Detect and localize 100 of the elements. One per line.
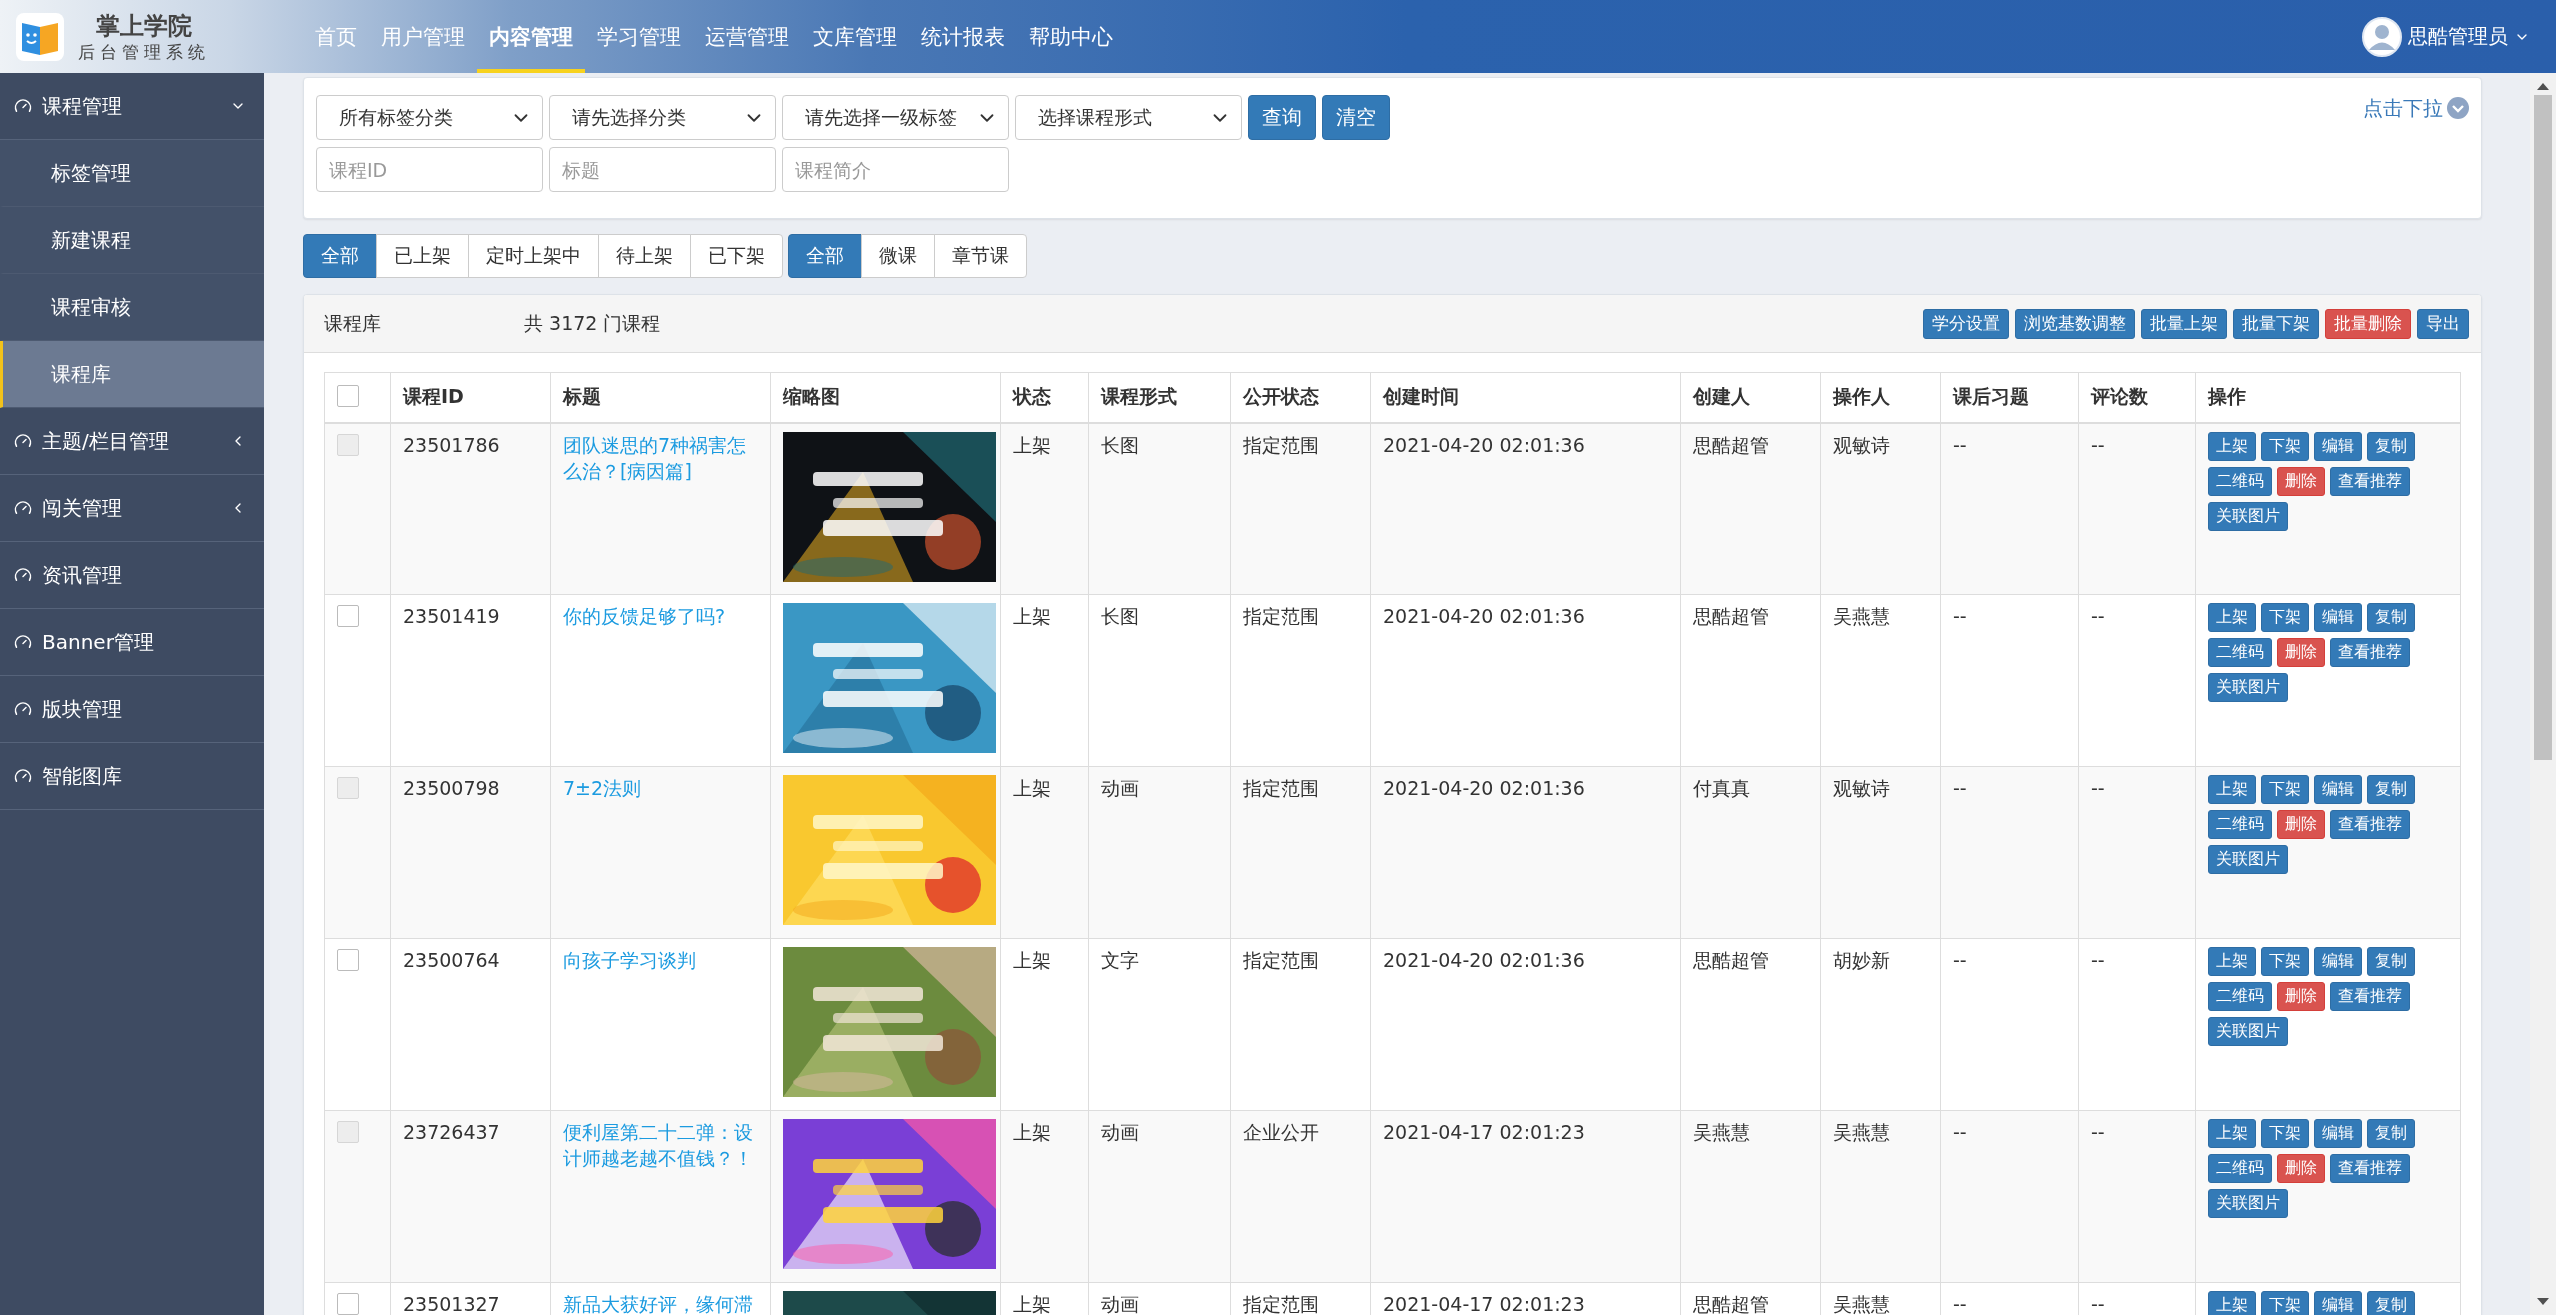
checkbox[interactable] [337,949,359,971]
batch-button[interactable]: 批量删除 [2325,308,2411,339]
sidebar-subitem[interactable]: 课程库 [0,341,264,408]
sidebar-subitem[interactable]: 标签管理 [0,140,264,207]
expand-link[interactable]: 点击下拉 [2363,95,2469,192]
table-cell: -- [1953,433,1967,456]
status-tab[interactable]: 全部 [303,234,377,278]
column-header: 公开状态 [1230,372,1371,423]
input-field[interactable]: 标题 [549,147,776,192]
checkbox[interactable] [337,605,359,627]
checkbox[interactable] [337,385,359,408]
nav-tab[interactable]: 帮助中心 [1017,0,1125,73]
table-cell: 2021-04-17 02:01:23 [1383,1293,1585,1315]
action-button[interactable]: 下架 [2261,1291,2309,1315]
batch-button[interactable]: 导出 [2417,308,2469,339]
type-tab[interactable]: 微课 [861,234,935,278]
sidebar-subitem[interactable]: 课程审核 [0,274,264,341]
filter-button[interactable]: 清空 [1322,95,1390,140]
app-name: 掌上学院 [96,10,192,41]
table-cell: -- [2091,1293,2105,1315]
action-button[interactable]: 编辑 [2314,603,2362,632]
action-button[interactable]: 复制 [2367,1291,2415,1315]
nav-tab[interactable]: 运营管理 [693,0,801,73]
select-field[interactable]: 请先选择分类 [549,95,776,140]
table-cell: 上架 [1013,949,1051,971]
type-tab[interactable]: 全部 [788,234,862,278]
status-tab[interactable]: 定时上架中 [468,234,599,278]
table-cell: 上架 [1013,1293,1051,1315]
scroll-down-icon[interactable] [2536,1297,2550,1307]
action-button[interactable]: 编辑 [2314,947,2362,976]
batch-button[interactable]: 浏览基数调整 [2015,308,2135,339]
action-button[interactable]: 上架 [2208,1291,2256,1315]
table-cell: 2021-04-20 02:01:36 [1383,433,1585,456]
course-count: 共 3172 门课程 [524,310,662,336]
batch-button[interactable]: 批量上架 [2141,308,2227,339]
table-cell: 动画 [1101,777,1139,799]
table-cell: -- [2091,605,2105,627]
gauge-icon [14,499,32,517]
avatar-icon[interactable] [2362,16,2402,57]
table-cell: -- [1953,777,1967,799]
table-cell: 23501327 [403,1293,500,1315]
table-cell: 观敏诗 [1833,433,1890,456]
action-button[interactable]: 二维码 [2208,638,2272,667]
course-title-link[interactable]: 你的反馈足够了吗? [563,603,758,629]
status-tab[interactable]: 已上架 [376,234,469,278]
table-cell: 吴燕慧 [1833,1293,1890,1315]
action-button[interactable]: 复制 [2367,947,2415,976]
scroll-up-icon[interactable] [2536,81,2550,91]
action-button[interactable]: 下架 [2261,947,2309,976]
table-cell: -- [1953,949,1967,971]
action-button[interactable]: 关联图片 [2208,673,2288,702]
nav-tab[interactable]: 文库管理 [801,0,909,73]
table-cell: -- [1953,1121,1967,1143]
table-cell: -- [2091,777,2105,799]
checkbox[interactable] [337,1293,359,1315]
batch-button[interactable]: 学分设置 [1923,308,2009,339]
action-button[interactable]: 删除 [2277,982,2325,1011]
action-button[interactable]: 上架 [2208,603,2256,632]
action-button[interactable]: 复制 [2367,603,2415,632]
table-cell: 2021-04-20 02:01:36 [1383,777,1585,799]
select-field[interactable]: 选择课程形式 [1015,95,1242,140]
select-field[interactable]: 所有标签分类 [316,95,543,140]
select-field[interactable]: 请先选择一级标签 [782,95,1009,140]
input-field[interactable]: 课程简介 [782,147,1009,192]
filter-button[interactable]: 查询 [1248,95,1316,140]
nav-tab[interactable]: 统计报表 [909,0,1017,73]
table-cell: 23500798 [403,777,500,799]
type-tab[interactable]: 章节课 [934,234,1027,278]
course-title-link[interactable]: 向孩子学习谈判 [563,947,758,973]
table-cell: 思酷超管 [1693,433,1769,456]
app-subtitle: 后台管理系统 [78,40,210,63]
table-cell: 上架 [1013,433,1051,456]
scroll-thumb[interactable] [2534,95,2552,760]
column-header: 操作 [2195,372,2461,423]
action-button[interactable]: 下架 [2261,603,2309,632]
table-cell: 观敏诗 [1833,777,1890,799]
action-button[interactable]: 二维码 [2208,982,2272,1011]
action-button[interactable]: 上架 [2208,947,2256,976]
action-button[interactable]: 查看推荐 [2330,982,2410,1011]
action-button[interactable]: 删除 [2277,638,2325,667]
status-tab[interactable]: 待上架 [598,234,691,278]
action-button[interactable]: 查看推荐 [2330,638,2410,667]
table-cell: 2021-04-20 02:01:36 [1383,605,1585,627]
column-header: 课程ID [390,372,551,423]
column-header: 缩略图 [770,372,1001,423]
user-name[interactable]: 思酷管理员 [2408,23,2508,50]
nav-tab[interactable]: 学习管理 [585,0,693,73]
sidebar-subitem[interactable]: 新建课程 [0,207,264,274]
table-cell: 指定范围 [1243,1293,1319,1315]
gauge-icon [14,97,32,115]
batch-button[interactable]: 批量下架 [2233,308,2319,339]
scrollbar[interactable] [2530,73,2556,1315]
table-cell: 2021-04-20 02:01:36 [1383,949,1585,971]
gauge-icon [14,767,32,785]
table-cell: 企业公开 [1243,1121,1319,1143]
input-field[interactable]: 课程ID [316,147,543,192]
action-button[interactable]: 关联图片 [2208,1017,2288,1046]
status-tab[interactable]: 已下架 [690,234,783,278]
table-cell: -- [1953,605,1967,627]
action-button[interactable]: 编辑 [2314,1291,2362,1315]
